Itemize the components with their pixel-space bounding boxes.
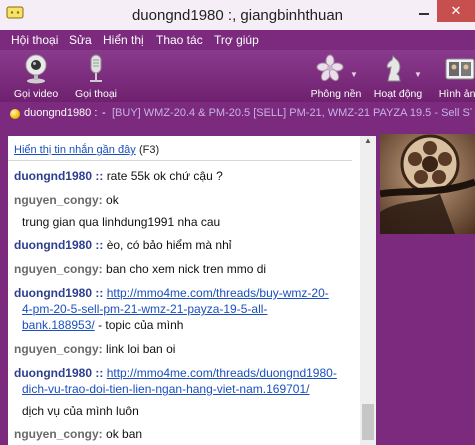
chat-history[interactable]: Hiển thị tin nhắn gần đây (F3) duongnd19… <box>8 136 360 445</box>
contact-display-image <box>380 134 475 234</box>
background-label: Phông nền <box>310 88 362 100</box>
chevron-down-icon: ▼ <box>350 70 358 79</box>
microphone-icon <box>90 54 102 82</box>
film-reel-image <box>380 134 475 234</box>
status-online-icon <box>10 109 20 119</box>
close-icon: ✕ <box>450 3 462 18</box>
thread-link[interactable]: dich-vu-trao-doi-tien-lien-ngan-hang-vie… <box>22 382 310 396</box>
message-text: ban cho xem nick tren mmo di <box>106 262 267 276</box>
scroll-up-icon[interactable]: ▲ <box>360 136 376 150</box>
message-text: ok ban <box>106 427 143 441</box>
contact-name[interactable]: duongnd1980 : <box>24 107 97 119</box>
chat-message: duongnd1980 :: èo, có bảo hiểm mà nhỉ <box>14 238 350 253</box>
menu-bar: Hội thoại Sửa Hiển thị Thao tác Trợ giúp <box>0 30 475 50</box>
divider <box>8 160 352 161</box>
chevron-down-icon: ▼ <box>414 70 422 79</box>
chat-message: duongnd1980 :: rate 55k ok chứ cậu ? <box>14 169 350 184</box>
photo-button[interactable]: Hình ảnh <box>430 54 475 100</box>
video-call-button[interactable]: Gọi video <box>6 54 66 100</box>
chat-message: nguyen_congy: ban cho xem nick tren mmo … <box>14 262 350 277</box>
message-text: link loi ban oi <box>106 342 176 356</box>
message-sender: nguyen_congy: <box>14 342 103 356</box>
message-text: èo, có bảo hiểm mà nhỉ <box>106 238 232 252</box>
thread-link[interactable]: http://mmo4me.com/threads/buy-wmz-20- <box>107 286 329 300</box>
message-text: ok <box>106 193 119 207</box>
message-sender: nguyen_congy: <box>14 193 103 207</box>
message-sender: duongnd1980 :: <box>14 238 104 252</box>
thread-link[interactable]: http://mmo4me.com/threads/duongnd1980- <box>107 366 337 380</box>
message-text: rate 55k ok chứ cậu ? <box>106 169 223 183</box>
voice-call-button[interactable]: Gọi thoại <box>66 54 126 100</box>
chat-message: nguyen_congy: ok <box>14 193 350 208</box>
webcam-icon <box>25 54 47 84</box>
show-recent-messages-link[interactable]: Hiển thị tin nhắn gần đây <box>14 144 136 156</box>
menu-actions[interactable]: Thao tác <box>156 33 203 47</box>
voice-call-label: Gọi thoại <box>74 88 118 100</box>
activity-label: Hoạt động <box>373 88 423 100</box>
flower-icon <box>316 54 344 82</box>
link-line: 4-pm-20-5-sell-pm-21-wmz-21-payza-19-5-a… <box>22 302 267 316</box>
message-continuation: dịch vụ của mình luôn <box>22 404 139 418</box>
message-sender: nguyen_congy: <box>14 427 103 441</box>
scroll-thumb[interactable] <box>362 404 374 440</box>
title-bar: duongnd1980 :, giangbinhthuan ✕ <box>0 0 475 30</box>
minimize-button[interactable] <box>411 0 437 22</box>
background-button[interactable]: ▼ Phông nền <box>306 54 366 100</box>
thread-link[interactable]: bank.188953/ <box>22 318 95 332</box>
photo-icon <box>445 58 475 80</box>
chat-message: duongnd1980 :: http://mmo4me.com/threads… <box>14 286 350 301</box>
chess-knight-icon <box>386 55 401 82</box>
message-sender: duongnd1980 :: <box>14 366 104 380</box>
activity-button[interactable]: ▼ Hoạt động <box>368 54 428 100</box>
message-continuation: trung gian qua linhdung1991 nha cau <box>22 215 221 229</box>
chat-scrollbar[interactable]: ▲ <box>360 136 376 445</box>
photo-label: Hình ảnh <box>438 88 475 100</box>
message-suffix: - topic của mình <box>94 318 184 332</box>
menu-view[interactable]: Hiển thị <box>103 33 144 47</box>
shortcut-hint: (F3) <box>139 144 160 156</box>
link-line: dich-vu-trao-doi-tien-lien-ngan-hang-vie… <box>22 382 310 396</box>
status-message: [BUY] WMZ-20.4 & PM-20.5 [SELL] PM-21, W… <box>112 107 472 119</box>
status-separator: - <box>102 107 106 119</box>
window-title: duongnd1980 :, giangbinhthuan <box>131 7 344 24</box>
thread-link[interactable]: 4-pm-20-5-sell-pm-21-wmz-21-payza-19-5-a… <box>22 302 267 316</box>
contact-status-bar: duongnd1980 : - [BUY] WMZ-20.4 & PM-20.5… <box>0 102 475 126</box>
message-sender: nguyen_congy: <box>14 262 103 276</box>
close-button[interactable]: ✕ <box>437 0 475 22</box>
chat-message: nguyen_congy: link loi ban oi <box>14 342 350 357</box>
menu-edit[interactable]: Sửa <box>69 33 92 47</box>
link-line: bank.188953/ - topic của mình <box>22 318 183 332</box>
menu-conversation[interactable]: Hội thoại <box>11 33 58 47</box>
video-call-label: Gọi video <box>13 88 59 100</box>
menu-help[interactable]: Trợ giúp <box>214 33 259 47</box>
chat-message: duongnd1980 :: http://mmo4me.com/threads… <box>14 366 350 381</box>
message-sender: duongnd1980 :: <box>14 286 104 300</box>
chat-message: nguyen_congy: ok ban <box>14 427 350 442</box>
toolbar: Gọi video Gọi thoại ▼ Phông nền ▼ Hoạt đ… <box>0 50 475 102</box>
message-sender: duongnd1980 :: <box>14 169 104 183</box>
